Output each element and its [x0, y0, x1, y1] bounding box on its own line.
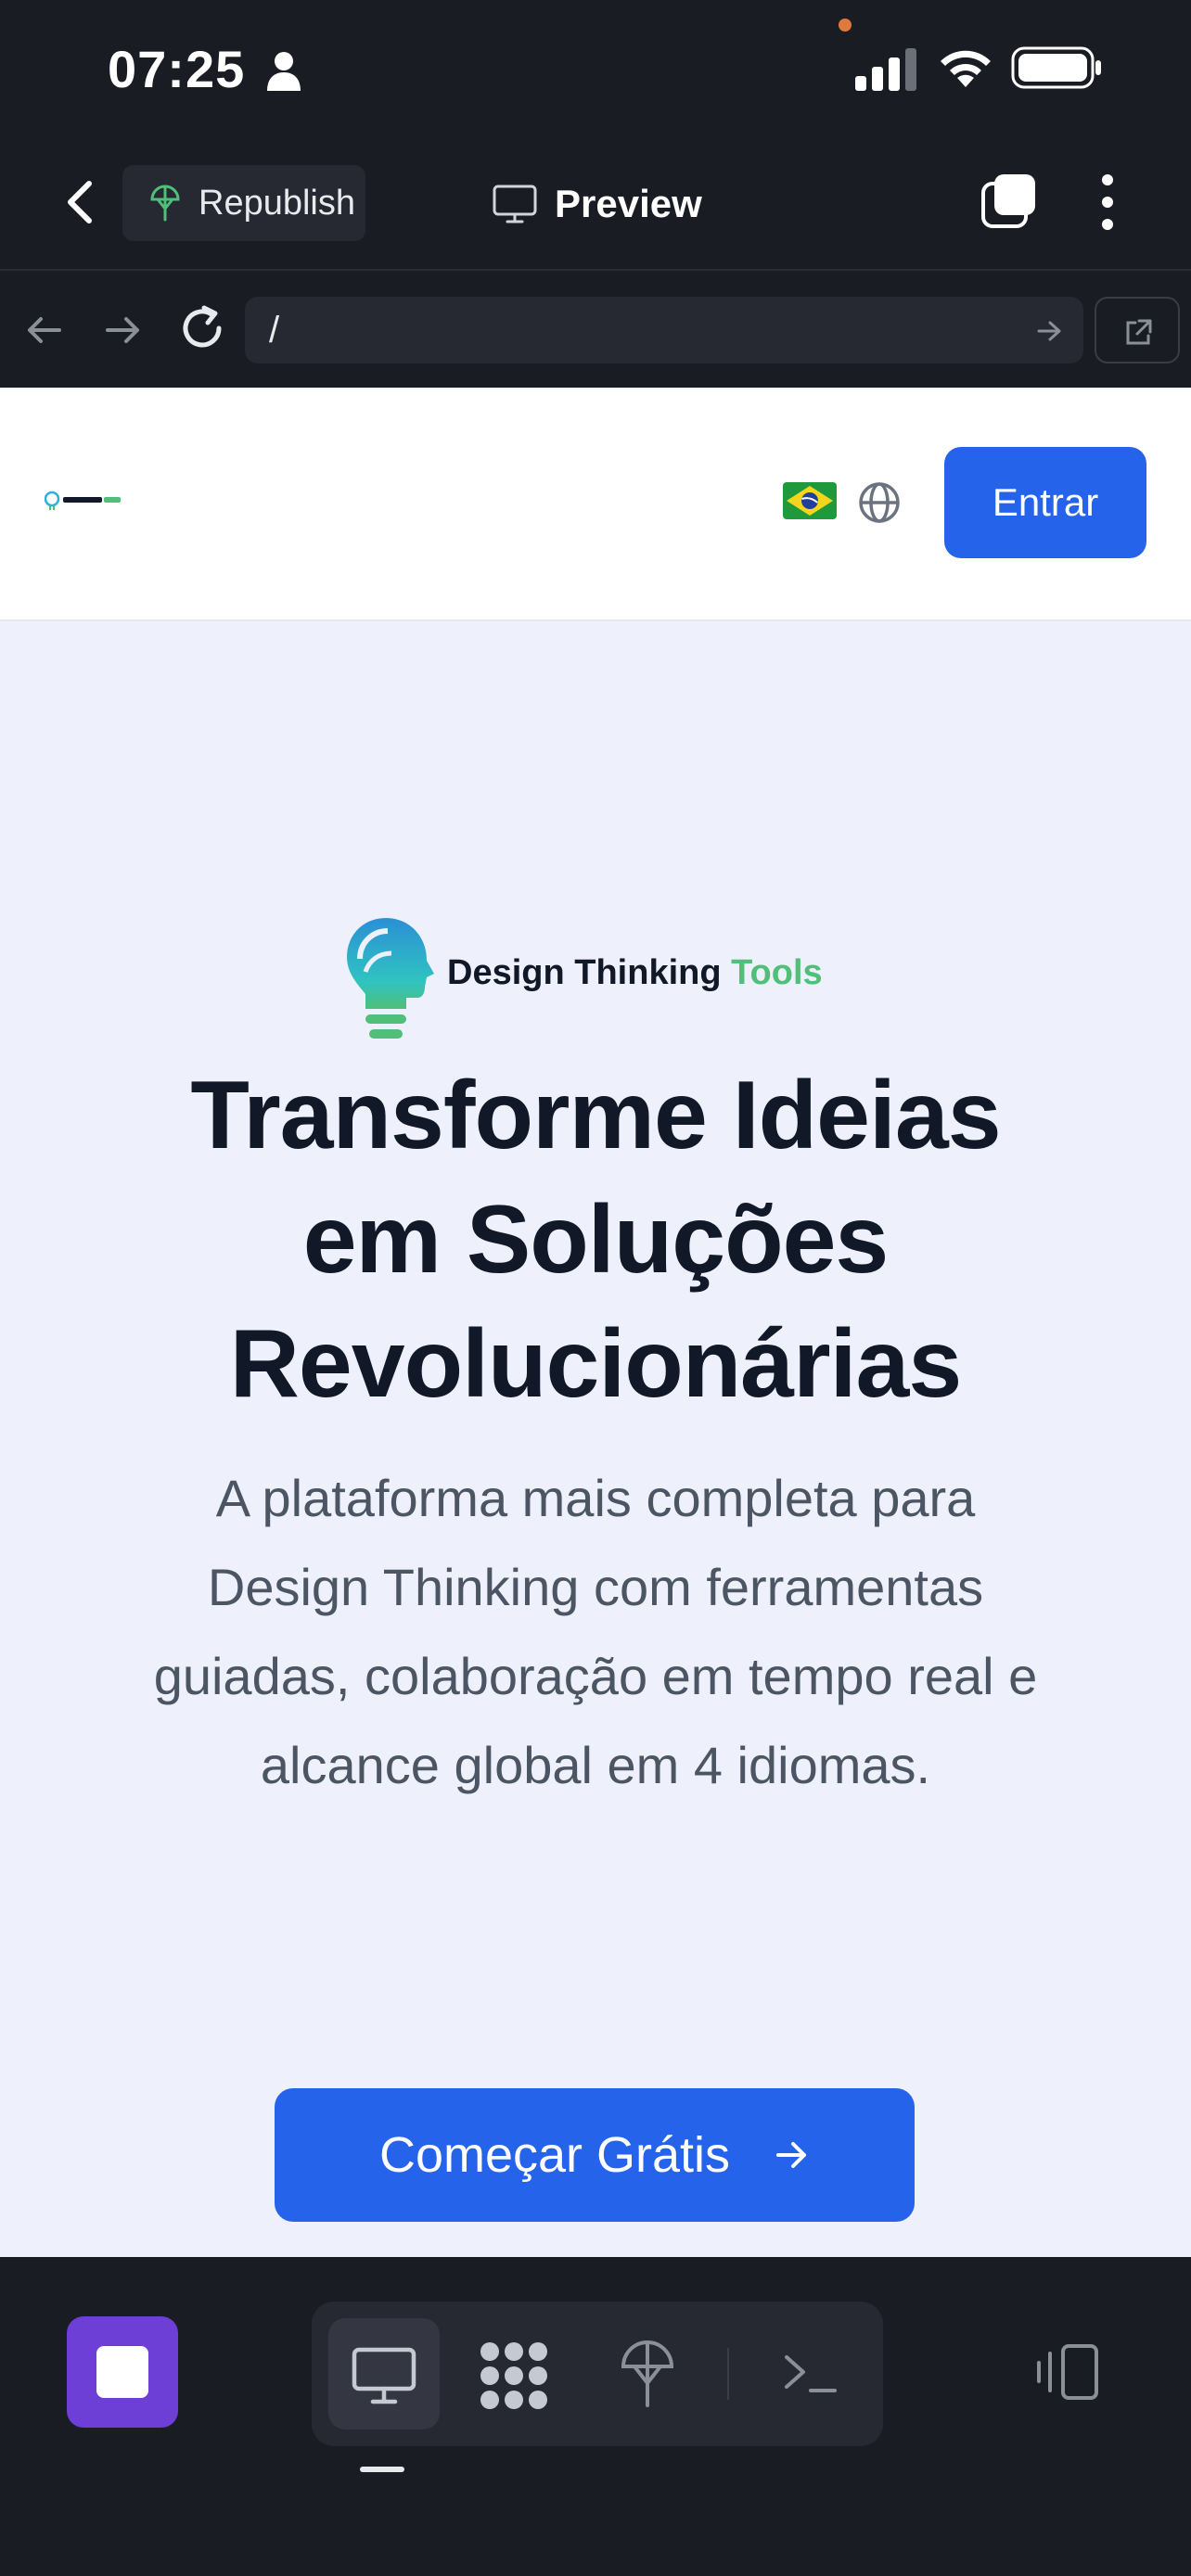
- tool-switcher: [312, 2302, 883, 2446]
- monitor-icon: [493, 185, 537, 223]
- start-free-label: Começar Grátis: [378, 2127, 731, 2183]
- stop-icon: [96, 2346, 148, 2398]
- hero-title-line: em Soluções: [302, 1186, 890, 1294]
- hero-subtitle-line: Design Thinking com ferramentas: [207, 1558, 984, 1616]
- open-external-button[interactable]: [1095, 297, 1180, 363]
- app-toolbar: Republish Preview: [0, 139, 1191, 271]
- device-toggle-icon[interactable]: [1035, 2342, 1100, 2402]
- deploy-icon: [150, 185, 180, 222]
- brand-name-accent: Tools: [731, 953, 823, 992]
- external-link-icon: [1126, 319, 1152, 345]
- stop-button[interactable]: [67, 2316, 178, 2428]
- hero-subtitle-line: A plataforma mais completa para: [215, 1469, 976, 1527]
- tool-divider: [727, 2348, 729, 2400]
- deploy-icon[interactable]: [620, 2339, 675, 2409]
- hero-title-line: Revolucionárias: [229, 1310, 962, 1418]
- arrow-right-small-icon[interactable]: [1035, 317, 1063, 345]
- brazil-flag-icon[interactable]: [783, 482, 837, 519]
- desktop-icon[interactable]: [351, 2346, 417, 2405]
- hero-title: Transforme Ideias em Soluções Revolucion…: [56, 1053, 1135, 1426]
- site-header: Entrar: [0, 388, 1191, 621]
- status-bar: 07:25: [0, 0, 1191, 139]
- arrow-left-icon[interactable]: [22, 308, 67, 352]
- person-icon: [267, 52, 301, 91]
- webpage-preview: Entrar Design Thinking Tools Transforme …: [0, 388, 1191, 2257]
- globe-icon[interactable]: [857, 480, 902, 525]
- grid-icon[interactable]: [479, 2340, 549, 2411]
- battery-icon: [1011, 46, 1101, 89]
- reload-icon[interactable]: [176, 302, 228, 354]
- active-tool-indicator: [360, 2467, 404, 2472]
- bottom-toolbar: [0, 2257, 1191, 2576]
- back-icon[interactable]: [52, 172, 108, 232]
- more-vertical-icon[interactable]: [1091, 171, 1124, 234]
- republish-label: Republish: [198, 183, 355, 223]
- status-time: 07:25: [108, 40, 246, 98]
- login-button[interactable]: Entrar: [944, 447, 1146, 558]
- preview-title: Preview: [492, 174, 702, 234]
- arrow-right-icon[interactable]: [100, 308, 145, 352]
- url-input[interactable]: /: [245, 297, 1083, 363]
- site-logo[interactable]: [45, 490, 124, 512]
- signal-icon: [855, 48, 916, 91]
- url-bar-row: /: [0, 273, 1191, 388]
- republish-button[interactable]: Republish: [122, 165, 365, 241]
- start-free-button[interactable]: Começar Grátis: [275, 2088, 915, 2222]
- hero-brand-name: Design Thinking Tools: [447, 953, 823, 993]
- brand-name-main: Design Thinking: [447, 953, 722, 992]
- hero-subtitle-line: guiadas, colaboração em tempo real e: [153, 1647, 1038, 1705]
- tabs-icon[interactable]: [980, 171, 1039, 230]
- brand-logo-icon: [347, 918, 434, 1039]
- hero-subtitle: A plataforma mais completa para Design T…: [56, 1454, 1135, 1810]
- arrow-right-icon: [776, 2142, 807, 2168]
- url-text: /: [269, 310, 280, 351]
- hero-subtitle-line: alcance global em 4 idiomas.: [260, 1736, 931, 1794]
- terminal-icon[interactable]: [783, 2350, 839, 2398]
- wifi-icon: [941, 50, 991, 87]
- preview-label: Preview: [555, 182, 702, 225]
- privacy-indicator-dot: [839, 19, 852, 32]
- hero-title-line: Transforme Ideias: [190, 1062, 1001, 1169]
